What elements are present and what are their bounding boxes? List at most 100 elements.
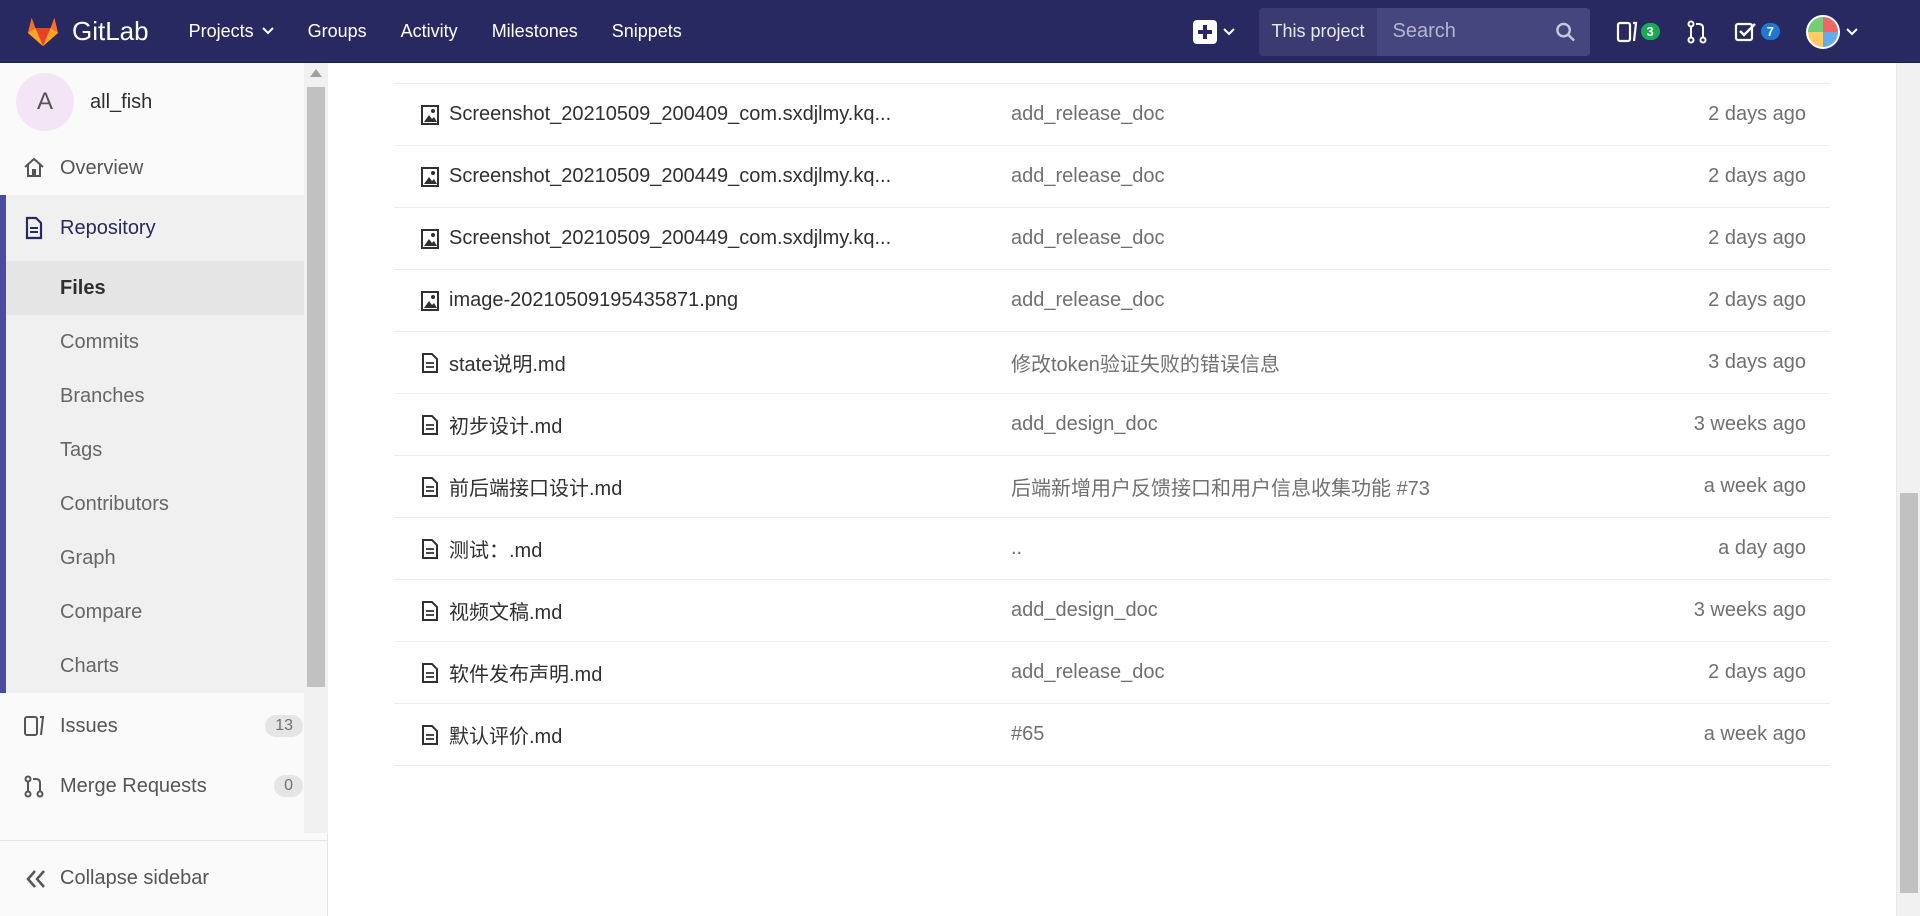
image-file-icon <box>420 228 449 250</box>
sidebar-scrollbar-thumb[interactable] <box>307 87 325 687</box>
nav-milestones[interactable]: Milestones <box>492 21 578 42</box>
plus-square-icon <box>1193 19 1218 44</box>
table-row[interactable]: image-20210509195435871.png add_release_d… <box>394 270 1830 332</box>
last-commit-link[interactable]: 修改token验证失败的错误信息 <box>1011 348 1280 377</box>
file-name-text: 初步设计.md <box>449 416 563 438</box>
sidebar-subitem-compare[interactable]: Compare <box>6 585 327 639</box>
issues-nav-button[interactable]: 3 <box>1616 20 1660 44</box>
last-commit-link[interactable]: add_design_doc <box>1011 413 1158 436</box>
sidebar-item-label: Repository <box>60 216 156 239</box>
sidebar-subitem-contributors[interactable]: Contributors <box>6 477 327 531</box>
merge-request-icon <box>1687 20 1707 43</box>
last-update-time: 2 days ago <box>1708 289 1806 311</box>
project-avatar: A <box>16 73 74 131</box>
todo-check-icon <box>1734 22 1756 41</box>
sidebar-subitem-files[interactable]: Files <box>6 261 327 315</box>
text-file-icon <box>420 476 449 498</box>
table-row[interactable]: Screenshot_20210509_200409_com.sxdjlmy.k… <box>394 84 1830 146</box>
table-row[interactable]: 视频文稿.md add_design_doc 3 weeks ago <box>394 580 1830 642</box>
file-name-link[interactable]: state说明.md <box>420 348 566 377</box>
sidebar-subitem-tags[interactable]: Tags <box>6 423 327 477</box>
sidebar-scrollbar[interactable] <box>304 63 328 833</box>
last-commit-link[interactable]: add_release_doc <box>1011 661 1164 684</box>
file-name-link[interactable]: Screenshot_20210509_200449_com.sxdjlmy.k… <box>420 165 891 188</box>
last-update-time: 3 weeks ago <box>1693 599 1806 621</box>
file-name-link[interactable]: 初步设计.md <box>420 410 562 439</box>
file-name-text: Screenshot_20210509_200449_com.sxdjlmy.k… <box>449 165 892 187</box>
nav-links: Projects Groups Activity Milestones Snip… <box>189 0 716 63</box>
project-sidebar: A all_fish Overview Repository Files Com… <box>0 63 328 916</box>
page-scrollbar-thumb[interactable] <box>1900 493 1918 893</box>
last-update-time: 2 days ago <box>1708 661 1806 683</box>
user-avatar <box>1806 14 1840 49</box>
file-name-text: state说明.md <box>449 354 566 376</box>
double-chevron-left-icon <box>26 869 45 888</box>
last-commit-link[interactable]: add_release_doc <box>1011 289 1164 312</box>
nav-right: This project 3 7 <box>1193 0 1920 63</box>
user-menu-button[interactable] <box>1806 14 1858 49</box>
sidebar-item-repository[interactable]: Repository <box>6 195 327 261</box>
main-content: Screenshot_20210509_200409_com.sxdjlmy.k… <box>328 63 1896 916</box>
table-row[interactable]: 测试：.md.. a day ago <box>394 518 1830 580</box>
table-row[interactable]: Screenshot_20210509_200449_com.sxdjlmy.k… <box>394 208 1830 270</box>
project-name: all_fish <box>90 90 153 113</box>
file-name-link[interactable]: Screenshot_20210509_200449_com.sxdjlmy.k… <box>420 227 891 250</box>
nav-snippets[interactable]: Snippets <box>612 21 682 42</box>
table-row[interactable]: 默认评价.md #65 a week ago <box>394 704 1830 766</box>
file-name-text: 默认评价.md <box>449 726 563 748</box>
file-name-text: image-20210509195435871.png <box>449 289 739 311</box>
collapse-sidebar-button[interactable]: Collapse sidebar <box>0 840 327 916</box>
last-commit-link[interactable]: add_release_doc <box>1011 165 1164 188</box>
new-dropdown-button[interactable] <box>1193 19 1236 44</box>
todos-nav-button[interactable]: 7 <box>1734 20 1780 44</box>
table-row[interactable]: 前后端接口设计.md 后端新增用户反馈接口和用户信息收集功能 #73 a week … <box>394 456 1830 518</box>
last-commit-link[interactable]: .. <box>1011 537 1022 560</box>
last-commit-link[interactable]: 后端新增用户反馈接口和用户信息收集功能 #73 <box>1011 472 1430 501</box>
table-row[interactable]: state说明.md 修改token验证失败的错误信息 3 days ago <box>394 332 1830 394</box>
nav-groups[interactable]: Groups <box>308 21 367 42</box>
sidebar-subitem-commits[interactable]: Commits <box>6 315 327 369</box>
last-commit-link[interactable]: #65 <box>1011 723 1044 746</box>
merge-request-icon <box>24 775 44 798</box>
sidebar-subitem-branches[interactable]: Branches <box>6 369 327 423</box>
image-file-icon <box>420 166 449 188</box>
scroll-up-arrow-icon[interactable] <box>310 69 322 77</box>
last-update-time: a week ago <box>1703 723 1806 745</box>
table-row[interactable]: 初步设计.md add_design_doc 3 weeks ago <box>394 394 1830 456</box>
search-scope-badge[interactable]: This project <box>1259 7 1377 56</box>
image-file-icon <box>420 290 449 312</box>
sidebar-item-issues[interactable]: Issues 13 <box>0 693 327 759</box>
brand[interactable]: GitLab <box>26 0 149 63</box>
last-update-time: a week ago <box>1703 475 1806 497</box>
last-commit-link[interactable]: add_release_doc <box>1011 103 1164 126</box>
sidebar-subitem-charts[interactable]: Charts <box>6 639 327 693</box>
file-name-link[interactable]: 默认评价.md <box>420 720 562 749</box>
last-commit-link[interactable]: add_release_doc <box>1011 227 1164 250</box>
search-icon[interactable] <box>1555 21 1576 43</box>
sidebar-item-merge-requests[interactable]: Merge Requests 0 <box>0 759 327 813</box>
nav-activity[interactable]: Activity <box>401 21 458 42</box>
file-name-text: 视频文稿.md <box>449 602 563 624</box>
last-commit-link[interactable]: add_design_doc <box>1011 599 1158 622</box>
sidebar-item-overview[interactable]: Overview <box>0 141 327 195</box>
sidebar-subitem-graph[interactable]: Graph <box>6 531 327 585</box>
table-row[interactable]: 软件发布声明.md add_release_doc 2 days ago <box>394 642 1830 704</box>
search-input[interactable] <box>1390 19 1555 44</box>
sidebar-project-header[interactable]: A all_fish <box>0 63 327 141</box>
nav-projects[interactable]: Projects <box>189 21 274 42</box>
table-row[interactable]: Screenshot_20210509_200449_com.sxdjlmy.k… <box>394 146 1830 208</box>
file-name-link[interactable]: 测试：.md <box>420 534 542 563</box>
gitlab-logo-icon <box>27 17 59 47</box>
file-name-link[interactable]: image-20210509195435871.png <box>420 289 738 312</box>
brand-name: GitLab <box>72 15 149 46</box>
file-name-link[interactable]: Screenshot_20210509_200409_com.sxdjlmy.k… <box>420 103 891 126</box>
page-scrollbar[interactable] <box>1896 63 1920 916</box>
file-name-link[interactable]: 前后端接口设计.md <box>420 472 622 501</box>
text-file-icon <box>420 352 449 374</box>
merge-requests-nav-button[interactable] <box>1686 20 1708 44</box>
last-update-time: 2 days ago <box>1708 227 1806 249</box>
sidebar-item-label: Overview <box>60 156 144 179</box>
file-name-text: 测试：.md <box>449 540 543 562</box>
file-name-link[interactable]: 软件发布声明.md <box>420 658 602 687</box>
file-name-link[interactable]: 视频文稿.md <box>420 596 562 625</box>
